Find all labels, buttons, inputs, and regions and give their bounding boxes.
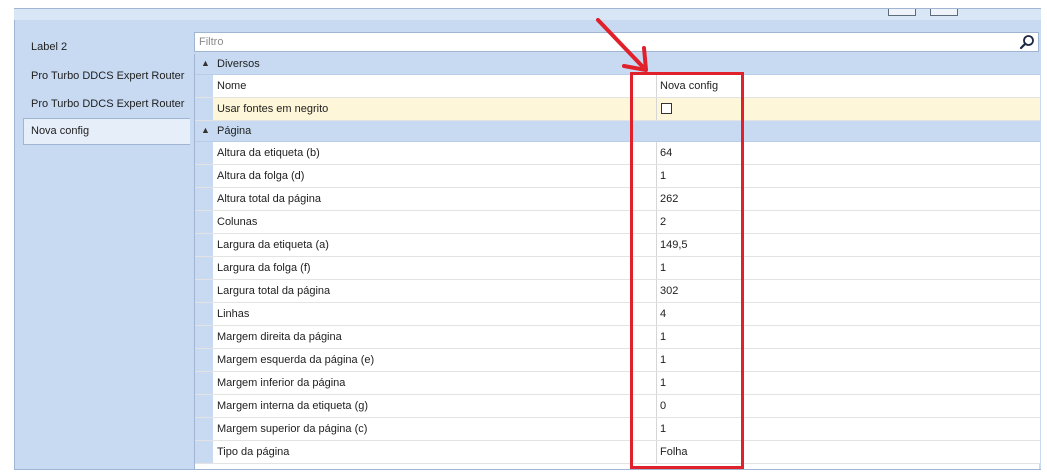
search-icon[interactable]: [1019, 34, 1035, 50]
property-row[interactable]: Margem superior da página (c) 1: [195, 418, 1040, 441]
property-name: Margem superior da página (c): [217, 423, 368, 435]
property-row[interactable]: Margem inferior da página 1: [195, 372, 1040, 395]
category-row-pagina[interactable]: ▲ Página: [195, 121, 1040, 142]
category-label: Diversos: [217, 58, 260, 70]
property-name: Altura da etiqueta (b): [217, 147, 320, 159]
top-button-1[interactable]: [888, 9, 916, 16]
property-row[interactable]: Altura da etiqueta (b) 64: [195, 142, 1040, 165]
property-row[interactable]: Tipo da página Folha: [195, 441, 1040, 464]
property-name: Linhas: [217, 308, 250, 320]
app-window: Label 2 Pro Turbo DDCS Expert Router Pro…: [0, 0, 1047, 475]
list-item[interactable]: Pro Turbo DDCS Expert Router: [31, 98, 184, 110]
property-row[interactable]: Usar fontes em negrito: [195, 98, 1040, 121]
property-name: Tipo da página: [217, 446, 290, 458]
property-panel: Filtro ▲ Diversos Nome Nova config Usar …: [190, 20, 1041, 470]
property-name: Nome: [217, 80, 247, 92]
category-label: Página: [217, 125, 252, 137]
property-row[interactable]: Largura da folga (f) 1: [195, 257, 1040, 280]
property-name: Margem esquerda da página (e): [217, 354, 375, 366]
top-strip: [14, 8, 1041, 20]
collapse-caret-icon[interactable]: ▲: [201, 58, 210, 68]
property-name: Largura da etiqueta (a): [217, 239, 329, 251]
property-row[interactable]: Altura total da página 262: [195, 188, 1040, 211]
property-row[interactable]: Colunas 2: [195, 211, 1040, 234]
property-name: Largura da folga (f): [217, 262, 311, 274]
property-row[interactable]: Largura total da página 302: [195, 280, 1040, 303]
property-name: Margem direita da página: [217, 331, 342, 343]
filter-placeholder: Filtro: [199, 36, 224, 48]
property-name: Altura total da página: [217, 193, 321, 205]
collapse-caret-icon[interactable]: ▲: [201, 125, 210, 135]
annotation-highlight-box: [630, 72, 744, 469]
list-item[interactable]: Pro Turbo DDCS Expert Router: [31, 70, 184, 82]
annotation-arrow-icon: [596, 18, 648, 72]
property-row[interactable]: Altura da folga (d) 1: [195, 165, 1040, 188]
property-name: Margem inferior da página: [217, 377, 346, 389]
list-item-selected[interactable]: Nova config: [23, 118, 190, 145]
config-list: Label 2 Pro Turbo DDCS Expert Router Pro…: [14, 20, 191, 470]
property-row[interactable]: Margem interna da etiqueta (g) 0: [195, 395, 1040, 418]
property-name: Usar fontes em negrito: [217, 103, 329, 115]
property-row[interactable]: Largura da etiqueta (a) 149,5: [195, 234, 1040, 257]
property-name: Margem interna da etiqueta (g): [217, 400, 369, 412]
list-item[interactable]: Label 2: [31, 41, 67, 53]
property-row[interactable]: Margem direita da página 1: [195, 326, 1040, 349]
property-name: Largura total da página: [217, 285, 331, 297]
property-row[interactable]: Linhas 4: [195, 303, 1040, 326]
top-button-2[interactable]: [930, 9, 958, 16]
property-grid: ▲ Diversos Nome Nova config Usar fontes …: [194, 54, 1040, 470]
property-name: Colunas: [217, 216, 258, 228]
property-name: Altura da folga (d): [217, 170, 305, 182]
property-row[interactable]: Margem esquerda da página (e) 1: [195, 349, 1040, 372]
